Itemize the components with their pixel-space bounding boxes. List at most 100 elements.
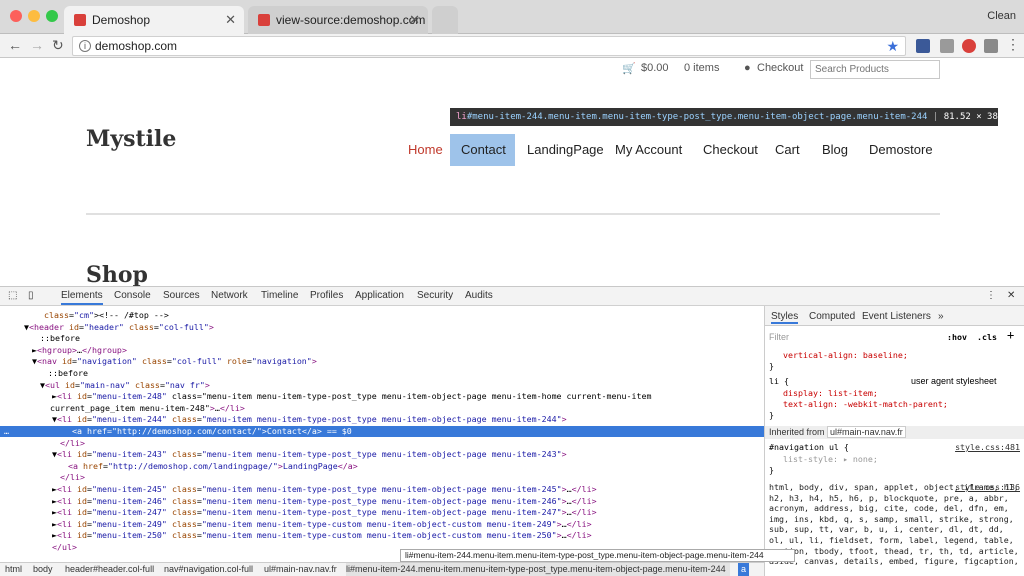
tab-profiles[interactable]: Profiles <box>310 290 343 301</box>
dom-node[interactable]: ▼<ul id="main-nav" class="nav fr"> <box>0 380 764 391</box>
dom-node[interactable]: ►<hgroup>…</hgroup> <box>0 345 764 356</box>
favicon-icon <box>74 14 86 26</box>
info-icon[interactable]: i <box>79 40 91 52</box>
tab-title: view-source:demoshop.com <box>276 13 426 27</box>
add-rule-icon[interactable]: + <box>1007 329 1014 341</box>
webpage: 🛒 $0.00 0 items ● Checkout Mystile li#me… <box>0 58 1024 286</box>
dom-node[interactable]: ►<li id="menu-item-247" class="menu-item… <box>0 507 764 518</box>
elements-panel: class="cm"><!-- /#top --> ▼<header id="he… <box>0 306 764 562</box>
close-window-button[interactable] <box>10 10 22 22</box>
tab-timeline[interactable]: Timeline <box>261 290 298 301</box>
divider <box>86 213 940 215</box>
more-tabs-icon[interactable]: » <box>938 311 944 322</box>
close-devtools-icon[interactable]: ✕ <box>1007 290 1015 301</box>
tab-application[interactable]: Application <box>355 290 404 301</box>
style-prop[interactable]: vertical-align: baseline; <box>783 350 908 361</box>
top-checkout-link[interactable]: Checkout <box>757 62 803 74</box>
rule-close: } <box>769 361 774 371</box>
dom-node[interactable]: </li> <box>0 438 764 449</box>
dom-node[interactable]: ::before <box>0 368 764 379</box>
breadcrumb-item[interactable]: body <box>33 563 53 576</box>
tab-network[interactable]: Network <box>211 290 248 301</box>
dom-node[interactable]: current_page_item menu-item-248">…</li> <box>0 403 764 414</box>
dom-node[interactable]: ►<li id="menu-item-249" class="menu-item… <box>0 519 764 530</box>
styles-filter[interactable]: Filter <box>769 332 789 343</box>
dom-node[interactable]: </li> <box>0 472 764 483</box>
style-prop[interactable]: display: list-item; <box>783 388 878 399</box>
rule-close: } <box>769 465 774 475</box>
dom-node[interactable]: class="cm"><!-- /#top --> <box>0 310 764 321</box>
extension-icon[interactable] <box>984 39 998 53</box>
forward-arrow-icon[interactable]: → <box>30 37 44 53</box>
maximize-window-button[interactable] <box>46 10 58 22</box>
nav-contact[interactable]: Contact <box>461 142 506 157</box>
dom-node[interactable]: ►<li id="menu-item-246" class="menu-item… <box>0 496 764 507</box>
cart-icon[interactable]: 🛒 <box>622 62 636 75</box>
extension-icon[interactable] <box>916 39 930 53</box>
dom-node[interactable]: ►<li id="menu-item-250" class="menu-item… <box>0 530 764 541</box>
reload-icon[interactable]: ↻ <box>52 37 64 54</box>
tab-audits[interactable]: Audits <box>465 290 493 301</box>
breadcrumb-item[interactable]: html <box>5 563 22 576</box>
breadcrumb-item[interactable]: ul#main-nav.nav.fr <box>264 563 337 576</box>
close-tab-icon[interactable]: ✕ <box>409 6 420 34</box>
tab-security[interactable]: Security <box>417 290 453 301</box>
nav-cart[interactable]: Cart <box>775 142 800 157</box>
dom-node[interactable]: ►<li id="menu-item-245" class="menu-item… <box>0 484 764 495</box>
back-arrow-icon[interactable]: ← <box>8 37 22 53</box>
tab-view-source[interactable]: view-source:demoshop.com ✕ <box>248 6 428 34</box>
address-bar[interactable]: i demoshop.com ★ <box>72 36 906 56</box>
inherited-header: Inherited from ul#main-nav.nav.fr <box>765 426 1024 439</box>
dom-node[interactable]: ▼<li id="menu-item-244" class="menu-item… <box>0 414 764 425</box>
breadcrumb-item[interactable]: nav#navigation.col-full <box>164 563 253 576</box>
site-logo[interactable]: Mystile <box>86 126 176 152</box>
tab-demoshop[interactable]: Demoshop ✕ <box>64 6 244 34</box>
menu-dots-icon[interactable]: ⋮ <box>1006 36 1020 53</box>
tab-event-listeners[interactable]: Event Listeners <box>862 311 931 322</box>
dom-node[interactable]: ►<li id="menu-item-248" class="menu-item… <box>0 391 764 402</box>
profile-name: Clean <box>987 10 1016 22</box>
inspect-element-icon[interactable]: ⬚ <box>8 290 17 301</box>
dom-node[interactable]: ::before <box>0 333 764 344</box>
minimize-window-button[interactable] <box>28 10 40 22</box>
tab-title: Demoshop <box>92 13 151 27</box>
new-tab-button[interactable] <box>432 6 458 34</box>
tab-computed[interactable]: Computed <box>809 311 855 322</box>
favicon-icon <box>258 14 270 26</box>
nav-checkout[interactable]: Checkout <box>703 142 758 157</box>
inspect-tooltip: li#menu-item-244.menu-item.menu-item-typ… <box>450 108 998 126</box>
style-prop[interactable]: text-align: -webkit-match-parent; <box>783 399 948 410</box>
hov-toggle[interactable]: :hov <box>947 332 967 343</box>
tab-styles[interactable]: Styles <box>771 311 799 324</box>
nav-landingpage[interactable]: LandingPage <box>527 142 604 157</box>
bookmark-star-icon[interactable]: ★ <box>886 37 899 55</box>
more-options-icon[interactable]: ⋮ <box>986 290 996 301</box>
style-prop[interactable]: list-style: ▸ none; <box>783 454 878 465</box>
nav-home[interactable]: Home <box>408 142 443 157</box>
tab-console[interactable]: Console <box>114 290 151 301</box>
extension-gear-icon[interactable] <box>962 39 976 53</box>
close-tab-icon[interactable]: ✕ <box>225 6 236 34</box>
tab-sources[interactable]: Sources <box>163 290 200 301</box>
device-toolbar-icon[interactable]: ▯ <box>28 290 34 301</box>
breadcrumb-item[interactable]: header#header.col-full <box>65 563 154 576</box>
cart-items[interactable]: 0 items <box>684 62 719 74</box>
search-input[interactable] <box>810 60 940 79</box>
dom-node[interactable]: ▼<li id="menu-item-243" class="menu-item… <box>0 449 764 460</box>
nav-demostore[interactable]: Demostore <box>869 142 933 157</box>
source-link[interactable]: style.css:481 <box>955 442 1020 453</box>
browser-tab-strip: Demoshop ✕ view-source:demoshop.com ✕ Cl… <box>0 0 1024 34</box>
dom-node[interactable]: <a href="http://demoshop.com/landingpage… <box>0 461 764 472</box>
cart-total[interactable]: $0.00 <box>641 62 669 74</box>
extension-icon[interactable] <box>940 39 954 53</box>
breadcrumb-item[interactable]: a <box>738 563 750 576</box>
dom-node-selected[interactable]: … <a href="http://demoshop.com/contact/">… <box>0 426 764 437</box>
dom-node[interactable]: ▼<nav id="navigation" class="col-full" r… <box>0 356 764 367</box>
nav-my-account[interactable]: My Account <box>615 142 682 157</box>
nav-blog[interactable]: Blog <box>822 142 848 157</box>
breadcrumb-item-active[interactable]: li#menu-item-244.menu-item.menu-item-typ… <box>346 563 730 576</box>
tab-elements[interactable]: Elements <box>61 290 103 305</box>
breadcrumb-tooltip: li#menu-item-244.menu-item.menu-item-typ… <box>400 549 795 562</box>
cls-toggle[interactable]: .cls <box>977 332 997 343</box>
dom-node[interactable]: ▼<header id="header" class="col-full"> <box>0 322 764 333</box>
